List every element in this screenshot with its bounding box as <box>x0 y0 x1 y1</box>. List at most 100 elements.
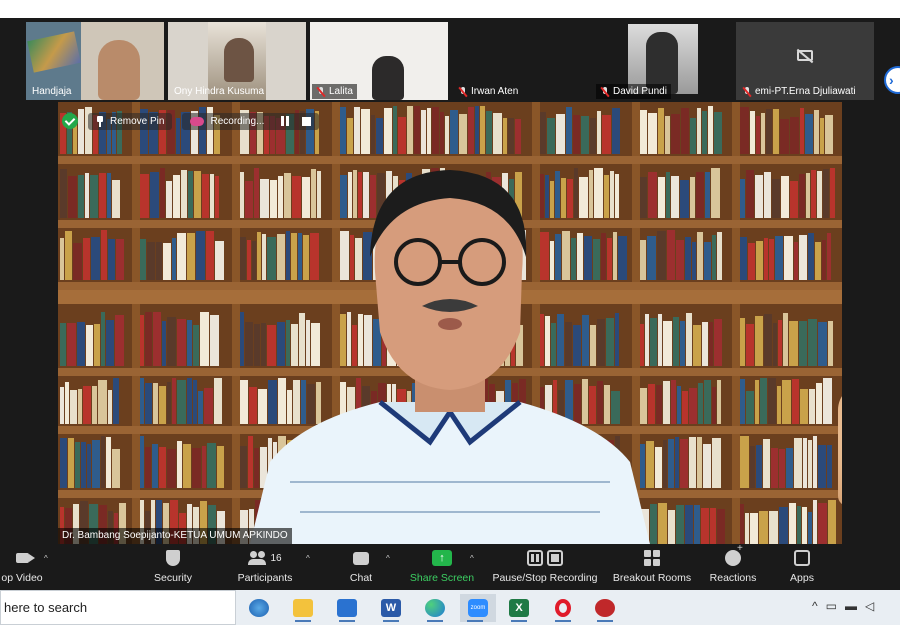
participant-name-bar: Irwan Aten <box>454 84 522 99</box>
participant-name-bar: emi-PT.Erna Djuliawati <box>738 84 860 99</box>
reactions-label: Reactions <box>709 572 757 584</box>
participant-name-bar: David Pundi <box>596 84 671 99</box>
video-camera-icon <box>15 553 35 563</box>
remove-pin-button[interactable]: Remove Pin <box>88 112 173 130</box>
remove-pin-label: Remove Pin <box>110 115 165 127</box>
breakout-rooms-label: Breakout Rooms <box>612 572 692 584</box>
taskbar-app-opera[interactable] <box>548 594 578 622</box>
stop-recording-icon[interactable] <box>302 116 312 126</box>
participant-tile[interactable]: Ony Hindra Kusuma <box>168 22 306 100</box>
reactions-button[interactable]: Reactions <box>706 543 760 588</box>
breakout-rooms-button[interactable]: Breakout Rooms <box>610 548 694 588</box>
mic-muted-icon <box>600 86 610 97</box>
participants-count: 16 <box>270 552 282 564</box>
participant-tile[interactable]: Irwan Aten <box>452 22 590 100</box>
gallery-strip: Handjaja Ony Hindra Kusuma Lalita Irwan … <box>0 18 900 102</box>
taskbar-app-zoom[interactable]: zoom <box>460 594 496 622</box>
taskbar-app-excel[interactable]: X <box>504 594 534 622</box>
chevron-up-icon[interactable]: ^ <box>812 599 818 613</box>
app-icon <box>595 599 615 617</box>
speaker-name-tag: Dr. Bambang Soepijanto-KETUA UMUM APKIND… <box>58 528 292 544</box>
participant-tile[interactable]: emi-PT.Erna Djuliawati <box>736 22 874 100</box>
chevron-up-icon[interactable]: ^ <box>386 554 390 563</box>
taskbar-app-word[interactable]: W <box>376 594 406 622</box>
reactions-icon <box>725 543 743 566</box>
recording-label: Recording... <box>210 115 265 127</box>
participant-tile[interactable]: Handjaja <box>26 22 164 100</box>
recording-indicator: Recording... <box>182 112 320 130</box>
apps-button[interactable]: Apps <box>780 548 824 588</box>
pause-stop-recording-label: Pause/Stop Recording <box>492 572 598 584</box>
shield-icon <box>166 550 180 566</box>
opera-icon <box>555 599 571 617</box>
participants-icon <box>248 551 267 565</box>
network-icon[interactable]: ▭ <box>826 599 837 613</box>
taskbar-app-other[interactable] <box>590 594 620 622</box>
speaker-figure <box>250 170 650 544</box>
chevron-up-icon[interactable]: ^ <box>306 554 310 563</box>
cloud-recording-icon <box>190 116 205 126</box>
mic-muted-icon <box>742 86 752 97</box>
participant-name: emi-PT.Erna Djuliawati <box>755 86 856 97</box>
chevron-up-icon[interactable]: ^ <box>44 554 48 563</box>
chat-button[interactable]: Chat <box>336 548 386 588</box>
mic-muted-icon <box>458 86 468 97</box>
chat-label: Chat <box>349 572 373 584</box>
participant-name: Ony Hindra Kusuma <box>174 86 265 97</box>
lamp <box>838 384 842 506</box>
painting-image <box>27 31 81 73</box>
participant-tile[interactable]: Lalita <box>310 22 448 100</box>
apps-icon <box>794 550 810 566</box>
active-speaker-view: Remove Pin Recording... Dr. Bambang Soep… <box>0 102 900 544</box>
breakout-rooms-icon <box>644 550 660 566</box>
edge-icon <box>425 599 445 617</box>
participant-tile[interactable]: David Pundi <box>594 22 732 100</box>
windows-taskbar: here to search W zoom X ^ ▭ ▬ ◁ <box>0 590 900 625</box>
volume-icon[interactable]: ◁ <box>865 599 874 613</box>
participant-name: Handjaja <box>32 86 72 97</box>
word-icon: W <box>381 599 401 617</box>
person-silhouette <box>98 40 140 100</box>
security-button[interactable]: Security <box>140 548 206 588</box>
chevron-up-icon[interactable]: ^ <box>470 554 474 563</box>
taskbar-app-mail[interactable] <box>332 594 362 622</box>
share-screen-icon: ↑ <box>432 550 452 566</box>
taskbar-search-input[interactable]: here to search <box>0 590 236 625</box>
participants-button[interactable]: 16 Participants <box>228 548 302 588</box>
pause-icon <box>527 550 543 566</box>
participant-name: David Pundi <box>613 86 667 97</box>
chat-icon <box>353 551 369 565</box>
battery-icon[interactable]: ▬ <box>845 599 857 613</box>
participant-name-bar: Lalita <box>312 84 357 99</box>
pin-icon <box>96 115 104 127</box>
taskbar-app-edge[interactable] <box>420 594 450 622</box>
share-screen-label: Share Screen <box>409 572 475 584</box>
zoom-meeting-window: Handjaja Ony Hindra Kusuma Lalita Irwan … <box>0 0 900 625</box>
encryption-shield-icon[interactable] <box>62 113 78 129</box>
share-screen-button[interactable]: ↑ Share Screen <box>406 548 478 588</box>
mic-muted-icon <box>316 86 326 97</box>
stop-video-label: op Video <box>1 572 43 584</box>
taskbar-app-edge-legacy[interactable] <box>244 594 274 622</box>
taskbar-app-file-explorer[interactable] <box>288 594 318 622</box>
stop-video-button[interactable]: op Video <box>0 548 58 588</box>
pause-recording-icon[interactable] <box>280 116 290 126</box>
person-silhouette <box>224 38 254 82</box>
apps-label: Apps <box>790 572 814 584</box>
edge-legacy-icon <box>249 599 269 617</box>
participants-label: Participants <box>237 572 293 584</box>
system-tray: ^ ▭ ▬ ◁ <box>812 599 874 613</box>
participant-name: Irwan Aten <box>471 86 519 97</box>
person-silhouette <box>372 56 404 100</box>
stop-icon <box>547 550 563 566</box>
meeting-overlay-bar: Remove Pin Recording... <box>62 110 320 132</box>
pause-stop-recording-button[interactable]: Pause/Stop Recording <box>490 548 600 588</box>
security-label: Security <box>154 572 192 584</box>
excel-icon: X <box>509 599 529 617</box>
participant-name: Lalita <box>329 86 353 97</box>
zoom-icon: zoom <box>468 599 488 617</box>
video-off-icon <box>796 48 814 64</box>
chevron-right-icon[interactable]: › <box>884 66 900 94</box>
mail-icon <box>337 599 357 617</box>
folder-icon <box>293 599 313 617</box>
